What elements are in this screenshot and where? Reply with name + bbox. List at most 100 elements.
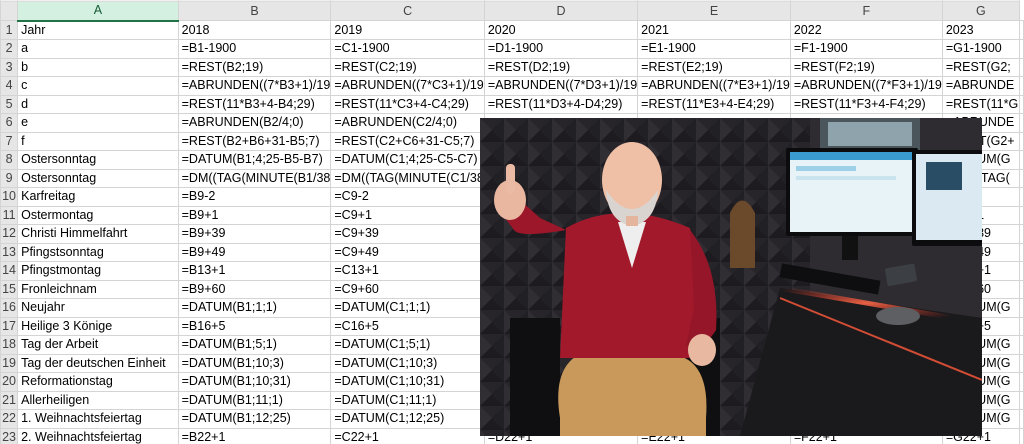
cell-b-20[interactable]: =DATUM(B1;10;31): [177, 372, 332, 392]
cell[interactable]: [1019, 409, 1024, 429]
cell-b-13[interactable]: =B9+49: [177, 242, 332, 262]
cell-b-12[interactable]: =B9+39: [177, 224, 332, 244]
cell-b-2[interactable]: =B1-1900: [177, 39, 332, 59]
cell[interactable]: [1019, 261, 1024, 281]
cell[interactable]: [1019, 298, 1024, 318]
cell-a-19[interactable]: Tag der deutschen Einheit: [17, 353, 179, 373]
cell-b-18[interactable]: =DATUM(B1;5;1): [177, 335, 332, 355]
row-header[interactable]: 14: [0, 261, 19, 281]
cell-d-1[interactable]: 2020: [483, 20, 639, 40]
cell-d-2[interactable]: =D1-1900: [483, 39, 639, 59]
cell[interactable]: [1019, 76, 1024, 96]
cell[interactable]: [1019, 168, 1024, 188]
row-header[interactable]: 23: [0, 427, 19, 444]
row-header[interactable]: 21: [0, 390, 19, 410]
row-header[interactable]: 17: [0, 316, 19, 336]
cell-a-12[interactable]: Christi Himmelfahrt: [17, 224, 179, 244]
cell-a-21[interactable]: Allerheiligen: [17, 390, 179, 410]
cell-a-18[interactable]: Tag der Arbeit: [17, 335, 179, 355]
cell[interactable]: [1019, 353, 1024, 373]
row-header[interactable]: 18: [0, 335, 19, 355]
cell[interactable]: [1019, 39, 1024, 59]
cell-e-5[interactable]: =REST(11*E3+4-E4;29): [637, 94, 791, 114]
row-header[interactable]: 5: [0, 94, 19, 114]
row-header[interactable]: 11: [0, 205, 19, 225]
cell[interactable]: [1019, 335, 1024, 355]
cell-a-20[interactable]: Reformationstag: [17, 372, 179, 392]
cell-f-5[interactable]: =REST(11*F3+4-F4;29): [789, 94, 943, 114]
cell-a-16[interactable]: Neujahr: [17, 298, 179, 318]
cell[interactable]: [1019, 131, 1024, 151]
cell-a-8[interactable]: Ostersonntag: [17, 150, 179, 170]
cell[interactable]: [1019, 94, 1024, 114]
row-header[interactable]: 12: [0, 224, 19, 244]
cell-b-6[interactable]: =ABRUNDEN(B2/4;0): [177, 113, 332, 133]
cell-d-4[interactable]: =ABRUNDEN((7*D3+1)/19: [483, 76, 639, 96]
cell-b-23[interactable]: =B22+1: [177, 427, 332, 444]
column-header-g[interactable]: G: [941, 1, 1021, 21]
cell[interactable]: [1019, 150, 1024, 170]
select-all-corner[interactable]: [0, 1, 19, 21]
cell-b-15[interactable]: =B9+60: [177, 279, 332, 299]
row-header[interactable]: 4: [0, 76, 19, 96]
cell-f-4[interactable]: =ABRUNDEN((7*F3+1)/19: [789, 76, 943, 96]
cell-c-19[interactable]: =DATUM(C1;10;3): [330, 353, 485, 373]
cell-a-10[interactable]: Karfreitag: [17, 187, 179, 207]
row-header[interactable]: 15: [0, 279, 19, 299]
row-header[interactable]: 10: [0, 187, 19, 207]
cell-a-5[interactable]: d: [17, 94, 179, 114]
cell-a-13[interactable]: Pfingstsonntag: [17, 242, 179, 262]
cell-a-14[interactable]: Pfingstmontag: [17, 261, 179, 281]
cell-a-6[interactable]: e: [17, 113, 179, 133]
cell-c-4[interactable]: =ABRUNDEN((7*C3+1)/19: [330, 76, 485, 96]
cell-b-4[interactable]: =ABRUNDEN((7*B3+1)/19: [177, 76, 332, 96]
cell-b-14[interactable]: =B13+1: [177, 261, 332, 281]
cell-c-10[interactable]: =C9-2: [330, 187, 485, 207]
row-header[interactable]: 19: [0, 353, 19, 373]
cell-e-3[interactable]: =REST(E2;19): [637, 57, 791, 77]
cell-b-9[interactable]: =DM((TAG(MINUTE(B1/38: [177, 168, 332, 188]
cell-c-14[interactable]: =C13+1: [330, 261, 485, 281]
cell-b-3[interactable]: =REST(B2;19): [177, 57, 332, 77]
cell[interactable]: [1019, 242, 1024, 262]
row-header[interactable]: 20: [0, 372, 19, 392]
cell-c-17[interactable]: =C16+5: [330, 316, 485, 336]
cell-b-21[interactable]: =DATUM(B1;11;1): [177, 390, 332, 410]
cell[interactable]: [1019, 372, 1024, 392]
column-header-c[interactable]: C: [330, 1, 485, 21]
cell-c-6[interactable]: =ABRUNDEN(C2/4;0): [330, 113, 485, 133]
cell-b-11[interactable]: =B9+1: [177, 205, 332, 225]
cell-g-2[interactable]: =G1-1900: [941, 39, 1021, 59]
cell-c-11[interactable]: =C9+1: [330, 205, 485, 225]
cell-b-16[interactable]: =DATUM(B1;1;1): [177, 298, 332, 318]
cell[interactable]: [1019, 113, 1024, 133]
cell[interactable]: [1019, 205, 1024, 225]
cell-c-15[interactable]: =C9+60: [330, 279, 485, 299]
column-header-d[interactable]: D: [483, 1, 639, 21]
cell-f-1[interactable]: 2022: [789, 20, 943, 40]
cell-c-18[interactable]: =DATUM(C1;5;1): [330, 335, 485, 355]
cell-c-16[interactable]: =DATUM(C1;1;1): [330, 298, 485, 318]
column-header-e[interactable]: E: [637, 1, 791, 21]
cell[interactable]: [1019, 316, 1024, 336]
cell-c-20[interactable]: =DATUM(C1;10;31): [330, 372, 485, 392]
row-header[interactable]: 3: [0, 57, 19, 77]
cell-b-10[interactable]: =B9-2: [177, 187, 332, 207]
cell-a-1[interactable]: Jahr: [17, 20, 179, 40]
cell-b-5[interactable]: =REST(11*B3+4-B4;29): [177, 94, 332, 114]
row-header[interactable]: 8: [0, 150, 19, 170]
cell[interactable]: [1019, 279, 1024, 299]
cell-b-17[interactable]: =B16+5: [177, 316, 332, 336]
cell-g-3[interactable]: =REST(G2;: [941, 57, 1021, 77]
cell-f-2[interactable]: =F1-1900: [789, 39, 943, 59]
cell-c-8[interactable]: =DATUM(C1;4;25-C5-C7): [330, 150, 485, 170]
cell-a-15[interactable]: Fronleichnam: [17, 279, 179, 299]
cell-d-3[interactable]: =REST(D2;19): [483, 57, 639, 77]
cell[interactable]: [1019, 20, 1024, 40]
cell-a-9[interactable]: Ostersonntag: [17, 168, 179, 188]
column-header-a[interactable]: A: [17, 1, 179, 22]
row-header[interactable]: 2: [0, 39, 19, 59]
cell-c-21[interactable]: =DATUM(C1;11;1): [330, 390, 485, 410]
cell-a-23[interactable]: 2. Weihnachtsfeiertag: [17, 427, 179, 444]
cell-b-22[interactable]: =DATUM(B1;12;25): [177, 409, 332, 429]
